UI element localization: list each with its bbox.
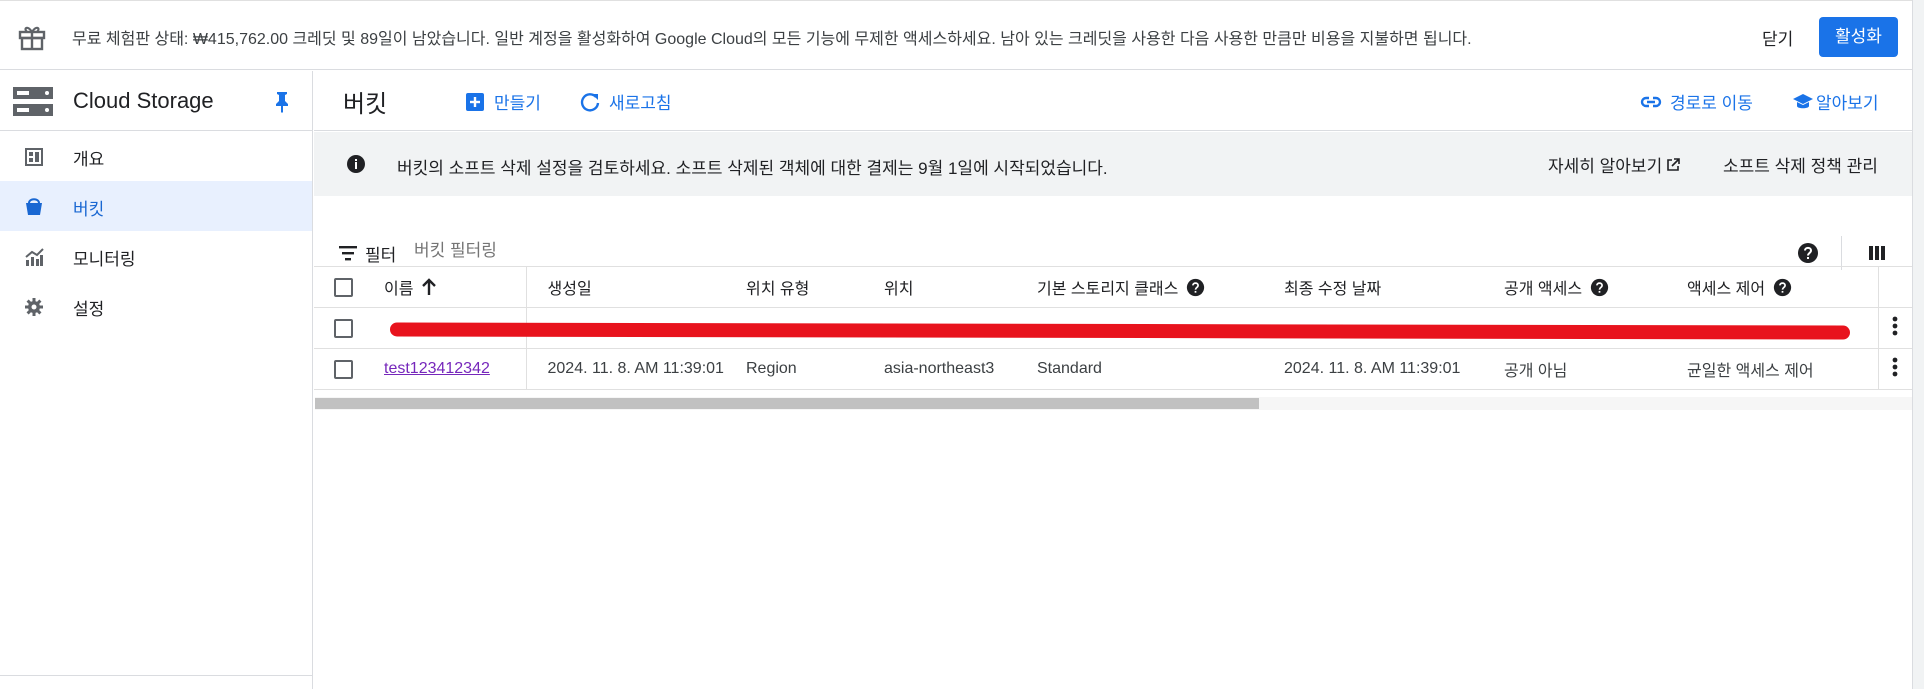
- school-icon: [1793, 93, 1813, 108]
- location-type-cell: Region: [746, 348, 884, 390]
- last-modified-cell: 2024. 11. 8. AM 11:39:01: [1284, 348, 1504, 390]
- help-icon[interactable]: [1773, 278, 1792, 297]
- help-icon[interactable]: [1797, 242, 1819, 264]
- access-control-cell: 균일한 액세스 제어: [1687, 348, 1879, 390]
- add-box-icon: [466, 92, 484, 111]
- soft-delete-notice: 버킷의 소프트 삭제 설정을 검토하세요. 소프트 삭제된 객체에 대한 결제는…: [314, 132, 1912, 196]
- sidebar-item-buckets[interactable]: 버킷: [0, 181, 312, 231]
- header-location[interactable]: 위치: [884, 266, 1037, 308]
- notice-text: 버킷의 소프트 삭제 설정을 검토하세요. 소프트 삭제된 객체에 대한 결제는…: [397, 159, 1108, 178]
- gift-icon: [18, 26, 46, 51]
- info-icon: [347, 155, 365, 173]
- sidebar: Cloud Storage 개요 버킷 모니터링 설정: [0, 71, 313, 689]
- gear-icon: [25, 298, 43, 316]
- table-row[interactable]: test123412342 2024. 11. 8. AM 11:39:01 R…: [314, 348, 1912, 390]
- header-actions: [1878, 266, 1912, 308]
- header-created[interactable]: 생성일: [526, 266, 746, 308]
- window-edge: [1912, 0, 1924, 689]
- page-toolbar: 버킷 만들기 새로고침 경로로 이동 알아보기: [314, 71, 1912, 131]
- help-icon[interactable]: [1590, 278, 1609, 297]
- header-public-access[interactable]: 공개 액세스: [1504, 266, 1687, 308]
- header-storage-class-label: 기본 스토리지 클래스: [1037, 281, 1179, 298]
- header-name-label: 이름: [384, 281, 414, 298]
- learn-more-label: 자세히 알아보기: [1548, 157, 1663, 176]
- sidebar-item-label: 설정: [73, 300, 105, 319]
- sidebar-item-label: 버킷: [73, 200, 105, 219]
- dashboard-icon: [25, 148, 43, 166]
- cloud-storage-icon: [13, 87, 53, 116]
- sidebar-divider: [0, 675, 313, 676]
- sidebar-header: Cloud Storage: [0, 71, 312, 131]
- product-title: Cloud Storage: [73, 88, 214, 113]
- sidebar-item-settings[interactable]: 설정: [0, 281, 312, 331]
- created-cell: 2024. 11. 8. AM 11:39:01: [526, 348, 746, 390]
- bucket-filter-input[interactable]: [414, 241, 714, 261]
- sidebar-item-overview[interactable]: 개요: [0, 131, 312, 181]
- close-banner-button[interactable]: 닫기: [1762, 25, 1793, 50]
- go-to-path-button[interactable]: 경로로 이동: [1640, 89, 1753, 114]
- link-icon: [1640, 96, 1662, 107]
- refresh-button[interactable]: 새로고침: [579, 89, 672, 114]
- refresh-label: 새로고침: [609, 94, 672, 113]
- bucket-icon: [26, 198, 42, 215]
- header-access-control[interactable]: 액세스 제어: [1687, 266, 1879, 308]
- public-access-cell: 공개 아님: [1504, 348, 1687, 390]
- row-select-cell: [314, 348, 376, 390]
- header-location-type[interactable]: 위치 유형: [746, 266, 884, 308]
- row-checkbox[interactable]: [334, 359, 353, 379]
- row-actions-cell: [1878, 348, 1912, 390]
- filter-label: 필터: [365, 246, 397, 265]
- arrow-up-icon: [422, 278, 437, 295]
- learn-button[interactable]: 알아보기: [1792, 89, 1879, 114]
- horizontal-scrollbar-thumb[interactable]: [315, 398, 1259, 409]
- learn-label: 알아보기: [1816, 94, 1879, 113]
- sidebar-item-monitoring[interactable]: 모니터링: [0, 231, 312, 281]
- storage-class-cell: Standard: [1037, 348, 1284, 390]
- row-checkbox[interactable]: [334, 318, 353, 338]
- main-content: 버킷 만들기 새로고침 경로로 이동 알아보기 버킷의 소프트 삭제 설정을 검…: [314, 71, 1912, 689]
- help-icon[interactable]: [1186, 278, 1205, 297]
- more-vert-icon[interactable]: [1892, 357, 1898, 377]
- header-storage-class[interactable]: 기본 스토리지 클래스: [1037, 266, 1284, 308]
- bucket-name-cell: test123412342: [376, 348, 527, 390]
- header-access-control-label: 액세스 제어: [1687, 281, 1766, 298]
- table-header-row: 이름 생성일 위치 유형 위치 기본 스토리지 클래스 최종 수정 날짜 공개 …: [314, 266, 1912, 308]
- bucket-name-link[interactable]: test123412342: [384, 360, 490, 377]
- refresh-icon: [580, 92, 600, 112]
- go-to-path-label: 경로로 이동: [1670, 94, 1753, 113]
- header-name[interactable]: 이름: [376, 266, 527, 308]
- trial-message: 무료 체험판 상태: ₩415,762.00 크레딧 및 89일이 남았습니다.…: [72, 31, 1472, 48]
- column-display-icon[interactable]: [1867, 243, 1887, 263]
- trial-banner: 무료 체험판 상태: ₩415,762.00 크레딧 및 89일이 남았습니다.…: [0, 0, 1912, 70]
- location-cell: asia-northeast3: [884, 348, 1037, 390]
- header-last-modified[interactable]: 최종 수정 날짜: [1284, 266, 1504, 308]
- sidebar-item-label: 개요: [73, 150, 105, 169]
- create-button[interactable]: 만들기: [464, 89, 541, 114]
- create-label: 만들기: [494, 94, 541, 113]
- more-vert-icon[interactable]: [1892, 316, 1898, 336]
- select-all-cell: [314, 266, 376, 308]
- filter-icon: [339, 246, 357, 261]
- learn-more-link[interactable]: 자세히 알아보기: [1548, 152, 1681, 177]
- row-select-cell: [314, 307, 376, 349]
- row-actions-cell: [1878, 307, 1912, 349]
- activate-button[interactable]: 활성화: [1819, 17, 1898, 57]
- select-all-checkbox[interactable]: [334, 277, 353, 297]
- pin-icon[interactable]: [274, 91, 290, 113]
- header-public-access-label: 공개 액세스: [1504, 281, 1583, 298]
- monitoring-icon: [25, 248, 44, 266]
- toolbar-divider: [1841, 236, 1842, 270]
- open-in-new-icon: [1667, 157, 1681, 171]
- page-title: 버킷: [343, 91, 388, 118]
- sidebar-item-label: 모니터링: [73, 250, 136, 269]
- manage-soft-delete-button[interactable]: 소프트 삭제 정책 관리: [1723, 152, 1878, 177]
